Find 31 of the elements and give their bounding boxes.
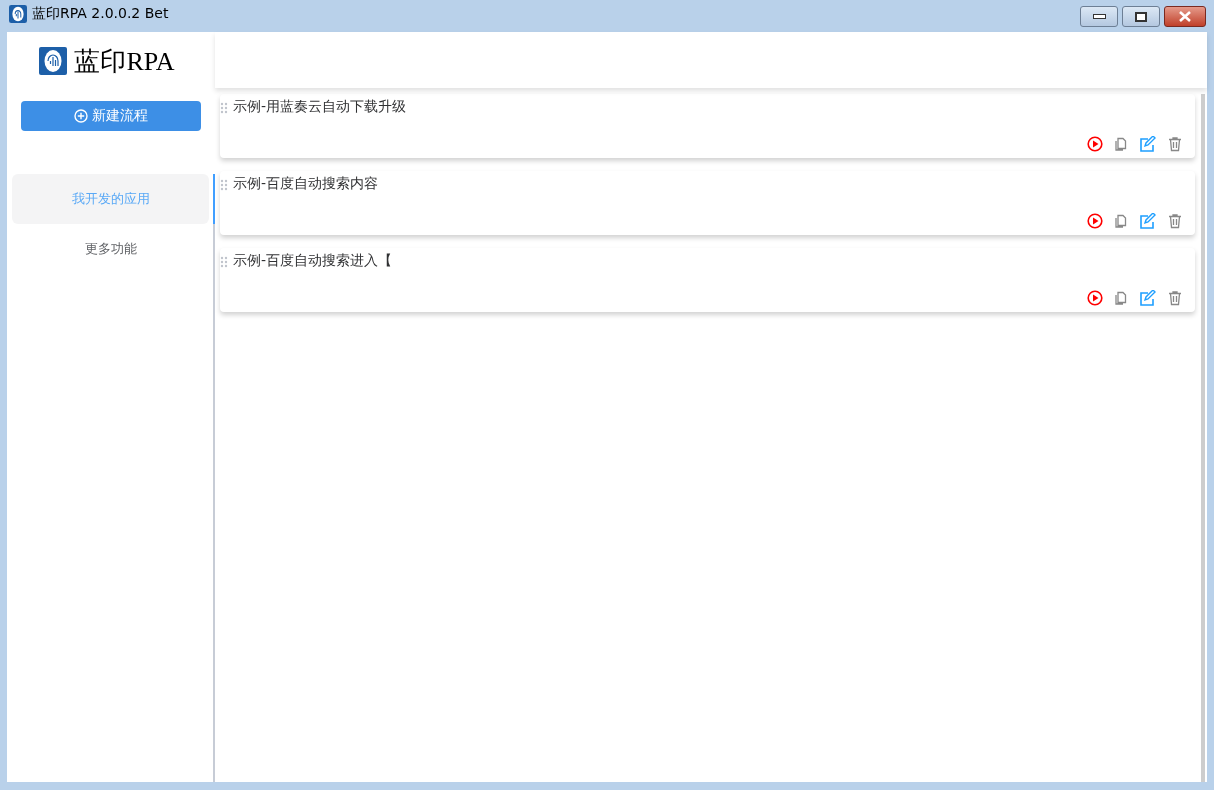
copy-icon[interactable] — [1113, 213, 1129, 229]
delete-icon[interactable] — [1167, 136, 1183, 152]
minimize-button[interactable] — [1080, 6, 1118, 27]
close-button[interactable] — [1164, 6, 1206, 27]
plus-circle-icon — [74, 109, 88, 123]
fingerprint-logo-icon — [39, 47, 68, 75]
run-icon[interactable] — [1087, 136, 1103, 152]
delete-icon[interactable] — [1167, 213, 1183, 229]
edit-icon[interactable] — [1139, 213, 1157, 229]
flow-title: 示例-百度自动搜索内容 — [233, 175, 379, 193]
new-flow-button[interactable]: 新建流程 — [21, 101, 201, 131]
app-icon — [9, 5, 27, 23]
edit-icon[interactable] — [1139, 136, 1157, 152]
scrollbar[interactable] — [1201, 94, 1205, 782]
sidebar-item[interactable]: 更多功能 — [12, 224, 209, 274]
run-icon[interactable] — [1087, 290, 1103, 306]
copy-icon[interactable] — [1113, 290, 1129, 306]
window-title: 蓝印RPA 2.0.0.2 Bet — [32, 5, 169, 23]
app-logo-text: 蓝印RPA — [74, 45, 175, 78]
maximize-button[interactable] — [1122, 6, 1160, 27]
drag-handle-icon[interactable] — [220, 179, 228, 191]
delete-icon[interactable] — [1167, 290, 1183, 306]
close-icon — [1178, 11, 1192, 22]
edit-icon[interactable] — [1139, 290, 1157, 306]
copy-icon[interactable] — [1113, 136, 1129, 152]
flow-title: 示例-用蓝奏云自动下载升级 — [233, 98, 407, 116]
flow-title: 示例-百度自动搜索进入【 — [233, 252, 393, 270]
run-icon[interactable] — [1087, 213, 1103, 229]
drag-handle-icon[interactable] — [220, 256, 228, 268]
sidebar-item[interactable]: 我开发的应用 — [12, 174, 209, 224]
drag-handle-icon[interactable] — [220, 102, 228, 114]
